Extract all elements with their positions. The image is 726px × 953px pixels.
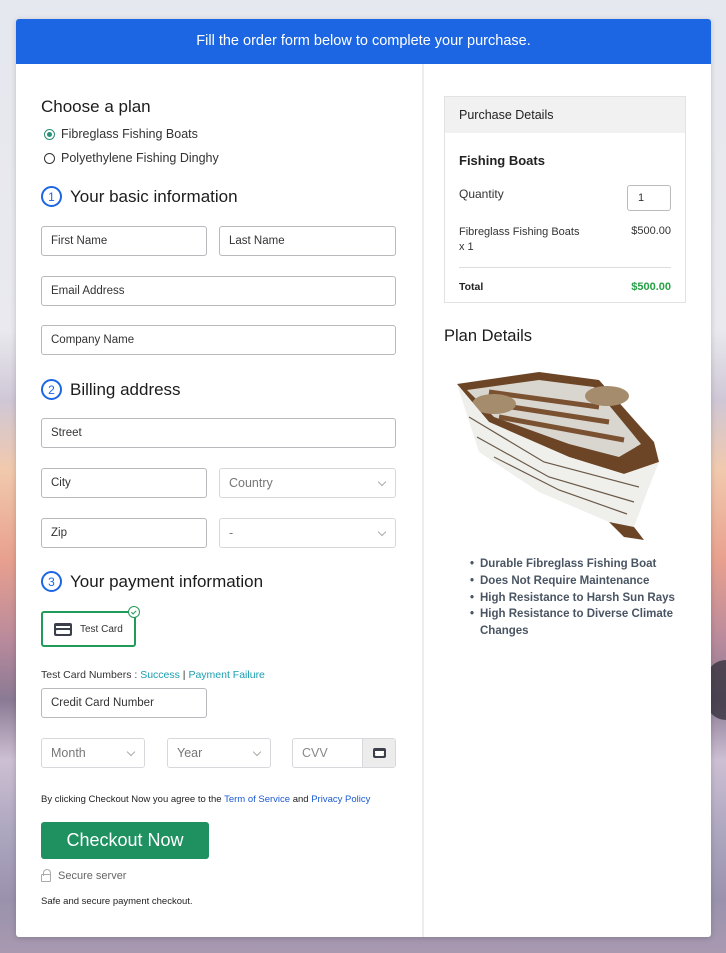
oar-right — [585, 386, 629, 406]
credit-card-icon — [372, 748, 386, 758]
checkout-now-button[interactable]: Checkout Now — [41, 822, 209, 859]
divider — [459, 267, 671, 268]
street-input[interactable]: Street — [41, 418, 396, 448]
cvv-addon — [362, 739, 395, 767]
features-list: Durable Fibreglass Fishing Boat Does Not… — [470, 556, 680, 640]
radio-checked-icon[interactable] — [44, 128, 55, 140]
card-number-input[interactable]: Credit Card Number — [41, 688, 207, 718]
email-input[interactable]: Email Address — [41, 276, 396, 306]
line-item-name: Fibreglass Fishing Boats — [459, 226, 580, 238]
payment-method-test-card[interactable]: Test Card — [41, 606, 140, 647]
month-select-value: Month — [51, 746, 86, 760]
choose-plan-heading: Choose a plan — [41, 97, 151, 116]
step-number-icon: 2 — [41, 379, 62, 400]
purchase-details-heading: Purchase Details — [445, 97, 685, 133]
chevron-down-icon — [377, 477, 387, 487]
radio-unchecked-icon[interactable] — [44, 152, 55, 164]
total-label: Total — [459, 281, 484, 293]
city-input[interactable]: City — [41, 468, 207, 498]
test-card-label: Test Card Numbers : — [41, 669, 141, 681]
year-select-value: Year — [177, 746, 203, 760]
plan-option-label: Fibreglass Fishing Boats — [61, 127, 198, 141]
check-circle-icon — [128, 606, 140, 618]
purchase-details-box: Purchase Details Fishing Boats Quantity … — [444, 96, 686, 303]
section-title: Your payment information — [70, 571, 264, 591]
order-form-card: Fill the order form below to complete yo… — [16, 19, 711, 937]
first-name-input[interactable]: First Name — [41, 226, 207, 256]
plan-option-label: Polyethylene Fishing Dinghy — [61, 151, 219, 165]
agreement-and: and — [290, 794, 312, 805]
feature-item: Does Not Require Maintenance — [470, 573, 680, 590]
year-select[interactable]: Year — [167, 738, 271, 768]
feature-item: High Resistance to Diverse Climate Chang… — [470, 606, 680, 640]
form-column: Choose a plan Fibreglass Fishing Boats P… — [16, 64, 422, 937]
step-number-icon: 3 — [41, 571, 62, 592]
cvv-input[interactable]: CVV — [292, 738, 396, 768]
privacy-link[interactable]: Privacy Policy — [311, 794, 370, 805]
state-select[interactable]: - — [219, 518, 396, 548]
country-select[interactable]: Country — [219, 468, 396, 498]
feature-item: Durable Fibreglass Fishing Boat — [470, 556, 680, 573]
payment-heading: 3 Your payment information — [41, 571, 263, 592]
agreement-text: By clicking Checkout Now you agree to th… — [41, 794, 370, 805]
boat-image — [457, 372, 659, 540]
terms-link[interactable]: Term of Service — [224, 794, 290, 805]
zip-input[interactable]: Zip — [41, 518, 207, 548]
section-title: Billing address — [70, 379, 181, 399]
country-select-value: Country — [229, 476, 273, 490]
line-item-qty: x 1 — [459, 241, 474, 253]
header-banner: Fill the order form below to complete yo… — [16, 19, 711, 64]
chevron-down-icon — [377, 527, 387, 537]
product-title: Fishing Boats — [459, 153, 545, 168]
chevron-down-icon — [126, 747, 136, 757]
step-number-icon: 1 — [41, 186, 62, 207]
basic-info-heading: 1 Your basic information — [41, 186, 238, 207]
chevron-down-icon — [252, 747, 262, 757]
success-link[interactable]: Success — [140, 669, 180, 681]
secure-server: Secure server — [41, 869, 127, 882]
cvv-placeholder: CVV — [302, 746, 328, 760]
agreement-prefix: By clicking Checkout Now you agree to th… — [41, 794, 225, 805]
state-select-value: - — [229, 526, 234, 540]
month-select[interactable]: Month — [41, 738, 145, 768]
payment-failure-link[interactable]: Payment Failure — [188, 669, 264, 681]
lock-icon — [41, 869, 51, 882]
feature-item: High Resistance to Harsh Sun Rays — [470, 590, 680, 607]
safe-checkout-text: Safe and secure payment checkout. — [41, 896, 193, 907]
last-name-input[interactable]: Last Name — [219, 226, 396, 256]
plan-option-fibreglass[interactable]: Fibreglass Fishing Boats — [44, 127, 198, 141]
quantity-label: Quantity — [459, 187, 504, 201]
secure-server-label: Secure server — [58, 870, 127, 882]
plan-option-polyethylene[interactable]: Polyethylene Fishing Dinghy — [44, 151, 219, 165]
test-card-numbers: Test Card Numbers : Success | Payment Fa… — [41, 669, 265, 681]
quantity-input[interactable]: 1 — [627, 185, 671, 211]
billing-heading: 2 Billing address — [41, 379, 181, 400]
credit-card-icon — [54, 622, 72, 636]
total-value: $500.00 — [631, 281, 671, 293]
line-item-price: $500.00 — [631, 225, 671, 237]
company-input[interactable]: Company Name — [41, 325, 396, 355]
line-item: Fibreglass Fishing Boats x 1 — [459, 225, 589, 255]
section-title: Your basic information — [70, 186, 238, 206]
plan-details-heading: Plan Details — [444, 327, 533, 345]
summary-column: Purchase Details Fishing Boats Quantity … — [424, 64, 711, 937]
payment-method-label: Test Card — [80, 623, 123, 635]
